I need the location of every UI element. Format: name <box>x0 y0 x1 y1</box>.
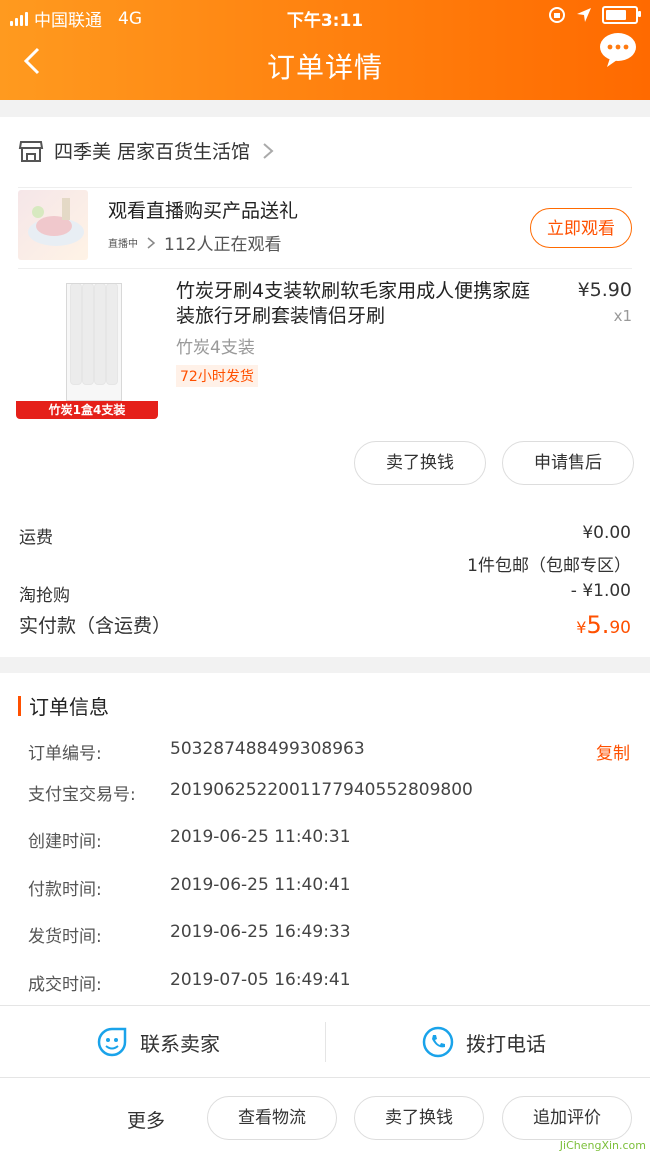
contact-seller-label: 联系卖家 <box>140 1031 220 1056</box>
add-review-button[interactable]: 追加评价 <box>502 1096 632 1140</box>
product-image-label: 竹炭1盒4支装 <box>16 401 158 419</box>
discount-row: 淘抢购 - ¥1.00 <box>19 581 631 606</box>
app-header: 中国联通 4G 下午3:11 订单详情 <box>0 0 650 100</box>
chat-face-icon <box>97 1027 127 1057</box>
watch-now-button[interactable]: 立即观看 <box>530 208 632 248</box>
discount-label: 淘抢购 <box>19 586 70 606</box>
order-info-heading: 订单信息 <box>18 691 109 720</box>
order-item-card: 四季美 居家百货生活馆 观看直播购买产品送礼 直播中 112人正在观看 立即观看… <box>0 117 650 657</box>
contact-seller-button[interactable]: 联系卖家 <box>96 1006 220 1078</box>
paid-label: 实付款（含运费） <box>19 615 172 637</box>
paid-decimal: 90 <box>609 618 631 638</box>
phone-icon <box>422 1026 454 1058</box>
info-key: 发货时间: <box>28 927 102 947</box>
chat-bubble-icon[interactable] <box>598 30 638 70</box>
shipping-note: 1件包邮（包邮专区） <box>467 556 631 576</box>
paid-total-row: 实付款（含运费） ¥5.90 <box>19 611 631 639</box>
divider <box>325 1022 326 1062</box>
call-label: 拨打电话 <box>466 1031 546 1056</box>
page-title: 订单详情 <box>266 51 383 84</box>
live-thumbnail <box>18 190 88 260</box>
paid-integer: 5. <box>586 611 610 639</box>
product-image[interactable]: 竹炭1盒4支装 <box>16 277 158 419</box>
after-sales-button[interactable]: 申请售后 <box>502 441 634 485</box>
battery-icon <box>602 6 641 24</box>
shipping-value: ¥0.00 <box>582 523 631 543</box>
system-icons <box>548 6 641 24</box>
copy-button[interactable]: 复制 <box>596 739 630 764</box>
info-key: 付款时间: <box>28 880 102 900</box>
live-tag: 直播中 <box>108 239 138 250</box>
chevron-right-icon <box>263 142 274 159</box>
discount-value: - ¥1.00 <box>570 581 631 601</box>
product-title[interactable]: 竹炭牙刷4支装软刷软毛家用成人便携家庭装旅行牙刷套装情侣牙刷 <box>176 279 546 329</box>
footer-actions: 更多 查看物流 卖了换钱 追加评价 JiChengXin.com <box>0 1077 650 1156</box>
product-quantity: x1 <box>613 307 632 325</box>
shipping-badge: 72小时发货 <box>176 365 258 387</box>
order-info-card: 订单信息 订单编号: 503287488499308963 复制 支付宝交易号:… <box>0 673 650 1005</box>
product-spec: 竹炭4支装 <box>176 338 255 358</box>
live-stream-banner[interactable]: 观看直播购买产品送礼 直播中 112人正在观看 立即观看 <box>18 187 632 269</box>
store-link[interactable]: 四季美 居家百货生活馆 <box>18 137 276 164</box>
info-value: 2019-06-25 11:40:41 <box>170 875 351 895</box>
store-name: 四季美 居家百货生活馆 <box>54 141 251 163</box>
info-value: 2019-06-25 11:40:31 <box>170 827 351 847</box>
live-title: 观看直播购买产品送礼 <box>108 200 299 222</box>
paid-currency: ¥ <box>576 618 587 637</box>
shipping-label: 运费 <box>19 528 53 548</box>
info-value: 2019-06-25 16:49:33 <box>170 922 351 942</box>
info-key: 支付宝交易号: <box>28 785 136 805</box>
info-value: 2019-07-05 16:49:41 <box>170 970 351 990</box>
more-button[interactable]: 更多 <box>127 1106 165 1133</box>
call-button[interactable]: 拨打电话 <box>422 1006 546 1078</box>
shipping-fee-row: 运费 ¥0.00 <box>19 523 631 548</box>
resell-button[interactable]: 卖了换钱 <box>354 441 486 485</box>
watermark-text: JiChengXin.com <box>559 1139 646 1152</box>
info-value: 503287488499308963 <box>170 739 365 759</box>
order-info-title: 订单信息 <box>29 695 109 719</box>
location-arrow-icon <box>577 8 591 22</box>
store-icon <box>18 140 44 162</box>
viewer-count: 112人正在观看 <box>164 235 282 255</box>
info-key: 订单编号: <box>28 744 102 764</box>
info-key: 创建时间: <box>28 832 102 852</box>
resell-button-footer[interactable]: 卖了换钱 <box>354 1096 484 1140</box>
rotation-lock-icon <box>549 7 565 23</box>
chevron-right-icon <box>147 236 156 249</box>
info-key: 成交时间: <box>28 975 102 995</box>
contact-bar: 联系卖家 拨打电话 <box>0 1005 650 1078</box>
section-accent-bar <box>18 695 21 716</box>
product-price: ¥5.90 <box>577 279 632 301</box>
track-logistics-button[interactable]: 查看物流 <box>207 1096 337 1140</box>
info-value: 2019062522001177940552809800 <box>170 780 473 800</box>
live-status: 直播中 112人正在观看 <box>108 230 281 255</box>
status-bar: 中国联通 4G 下午3:11 <box>0 0 650 34</box>
paid-value: ¥5.90 <box>576 611 631 639</box>
